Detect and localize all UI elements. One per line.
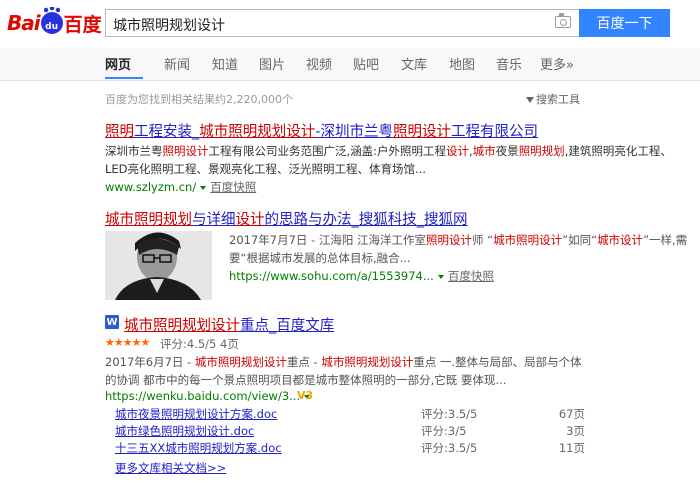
result-title[interactable]: 照明工程安装_城市照明规划设计-深圳市兰粤照明设计工程有限公司 xyxy=(105,120,538,141)
text-segment: 2017年6月7日 - xyxy=(105,355,195,369)
result-abstract: 深圳市兰粤照明设计工程有限公司业务范围广泛,涵盖:户外照明工程设计,城市夜景照明… xyxy=(105,142,689,178)
highlighted-term: 照明规划 xyxy=(518,144,565,158)
filter-icon xyxy=(526,97,534,103)
result-title[interactable]: 城市照明规划设计重点_百度文库 xyxy=(124,314,334,335)
doc-rating: 评分:3.5/5 xyxy=(421,441,478,455)
highlighted-term: 城市设计 xyxy=(597,233,644,247)
logo-text-baidu: 百度 xyxy=(63,13,102,36)
text-segment: 工程有限公司业务范围广泛,涵盖:户外照明工程 xyxy=(208,144,447,158)
baidu-logo[interactable]: Bai du 百度 xyxy=(7,7,102,36)
search-tabs: 网页 新闻 知道 图片 视频 贴吧 文库 地图 音乐 更多» xyxy=(0,48,700,81)
highlighted-term: 城市照明规划设计 xyxy=(199,124,316,140)
doc-pages: 67页 xyxy=(558,407,585,421)
result-thumbnail[interactable] xyxy=(105,231,212,300)
tab-zhidao[interactable]: 知道 xyxy=(212,54,238,73)
tab-more[interactable]: 更多» xyxy=(540,54,574,73)
url-dropdown-icon[interactable] xyxy=(200,185,207,190)
tab-wenku[interactable]: 文库 xyxy=(401,54,427,73)
result-title[interactable]: 城市照明规划与详细设计的思路与办法_搜狐科技_搜狐网 xyxy=(105,208,468,229)
doc-pages: 11页 xyxy=(558,441,585,455)
url-dropdown-icon[interactable] xyxy=(437,274,444,279)
tab-tieba[interactable]: 贴吧 xyxy=(353,54,379,73)
text-segment: 工程有限公司 xyxy=(450,124,538,140)
text-segment: 师 “ xyxy=(472,233,494,247)
camera-icon[interactable] xyxy=(555,13,571,28)
text-segment: 2017年7月7日 - 江海阳 江海洋工作室 xyxy=(229,233,427,247)
logo-text-bai: Bai xyxy=(7,11,41,35)
doc-list: 城市夜景照明规划设计方案.doc 评分:3.5/5 67页 城市绿色照明规划设计… xyxy=(115,406,585,457)
snapshot-link[interactable]: 百度快照 xyxy=(448,269,494,283)
highlighted-term: 城市 xyxy=(472,144,496,158)
highlighted-term: 城市照明设计 xyxy=(493,233,563,247)
doc-pages: 3页 xyxy=(566,424,585,438)
tab-images[interactable]: 图片 xyxy=(259,54,285,73)
doc-row: 城市绿色照明规划设计.doc 评分:3/5 3页 xyxy=(115,423,585,440)
result-abstract: 2017年6月7日 - 城市照明规划设计重点 - 城市照明规划设计重点 一.整体… xyxy=(105,353,590,389)
tab-web[interactable]: 网页 xyxy=(105,54,131,73)
search-tools-label: 搜索工具 xyxy=(536,93,580,106)
highlighted-term: 照明设计 xyxy=(392,124,451,140)
text-segment: 重点 - xyxy=(286,355,322,369)
header: Bai du 百度 城市照明规划设计 百度一下 xyxy=(0,0,700,48)
result-url-line: https://wenku.baidu.com/view/3... xyxy=(105,389,314,403)
search-button[interactable]: 百度一下 xyxy=(579,9,670,37)
rating-stars: ★★★★★ xyxy=(105,336,150,349)
text-segment: 的思路与办法_搜狐科技_搜狐网 xyxy=(264,212,468,228)
more-docs-link[interactable]: 更多文库相关文档>> xyxy=(115,460,226,476)
snapshot-link[interactable]: 百度快照 xyxy=(210,180,256,194)
result-url-line: https://www.sohu.com/a/1553974... 百度快照 xyxy=(229,268,494,284)
tab-news[interactable]: 新闻 xyxy=(164,54,190,73)
result-url[interactable]: www.szlyzm.cn/ xyxy=(105,180,196,194)
search-query: 城市照明规划设计 xyxy=(113,18,225,34)
result-abstract: 2017年7月7日 - 江海阳 江海洋工作室照明设计师 “城市照明设计”如同“城… xyxy=(229,231,691,267)
logo-paw-text: du xyxy=(45,22,59,32)
highlighted-term: 照明设计 xyxy=(162,144,209,158)
result-url[interactable]: https://wenku.baidu.com/view/3... xyxy=(105,389,300,403)
doc-row: 十三五XX城市照明规划方案.doc 评分:3.5/5 11页 xyxy=(115,440,585,457)
doc-rating: 评分:3.5/5 xyxy=(421,407,478,421)
rating-text: 评分:4.5/5 4页 xyxy=(160,337,239,351)
highlighted-term: 城市照明规划 xyxy=(105,212,192,228)
highlighted-term: 城市照明规划设计 xyxy=(124,318,240,334)
text-segment: 与详细 xyxy=(192,212,236,228)
tab-map[interactable]: 地图 xyxy=(449,54,475,73)
doc-rating: 评分:3/5 xyxy=(421,424,467,438)
word-doc-icon: W xyxy=(105,315,119,329)
highlighted-term: 照明设计 xyxy=(426,233,473,247)
tab-video[interactable]: 视频 xyxy=(306,54,332,73)
search-tools[interactable]: 搜索工具 xyxy=(526,91,580,107)
text-segment: -深圳市兰粤 xyxy=(315,124,393,140)
text-segment: 工程安装_ xyxy=(134,124,200,140)
tab-music[interactable]: 音乐 xyxy=(496,54,522,73)
active-tab-indicator xyxy=(105,77,143,79)
doc-link[interactable]: 城市绿色照明规划设计.doc xyxy=(115,423,254,439)
doc-row: 城市夜景照明规划设计方案.doc 评分:3.5/5 67页 xyxy=(115,406,585,423)
search-input[interactable]: 城市照明规划设计 xyxy=(105,9,579,37)
result-count: 百度为您找到相关结果约2,220,000个 xyxy=(105,93,293,106)
highlighted-term: 照明 xyxy=(105,124,134,140)
doc-link[interactable]: 十三五XX城市照明规划方案.doc xyxy=(115,440,282,456)
highlighted-term: 设计 xyxy=(235,212,265,228)
highlighted-term: 设计 xyxy=(446,144,470,158)
doc-link[interactable]: 城市夜景照明规划设计方案.doc xyxy=(115,406,277,422)
highlighted-term: 城市照明规划设计 xyxy=(194,355,287,369)
vip-badge: V3 xyxy=(297,389,314,402)
highlighted-term: 城市照明规划设计 xyxy=(321,355,414,369)
text-segment: 夜景 xyxy=(495,144,519,158)
text-segment: 深圳市兰粤 xyxy=(105,144,163,158)
paw-icon: du xyxy=(40,7,63,34)
text-segment: ”如同“ xyxy=(562,233,598,247)
result-url-line: www.szlyzm.cn/百度快照 xyxy=(105,179,256,195)
portrait-image xyxy=(105,231,212,300)
result-url[interactable]: https://www.sohu.com/a/1553974... xyxy=(229,269,434,283)
text-segment: 重点_百度文库 xyxy=(240,318,335,334)
